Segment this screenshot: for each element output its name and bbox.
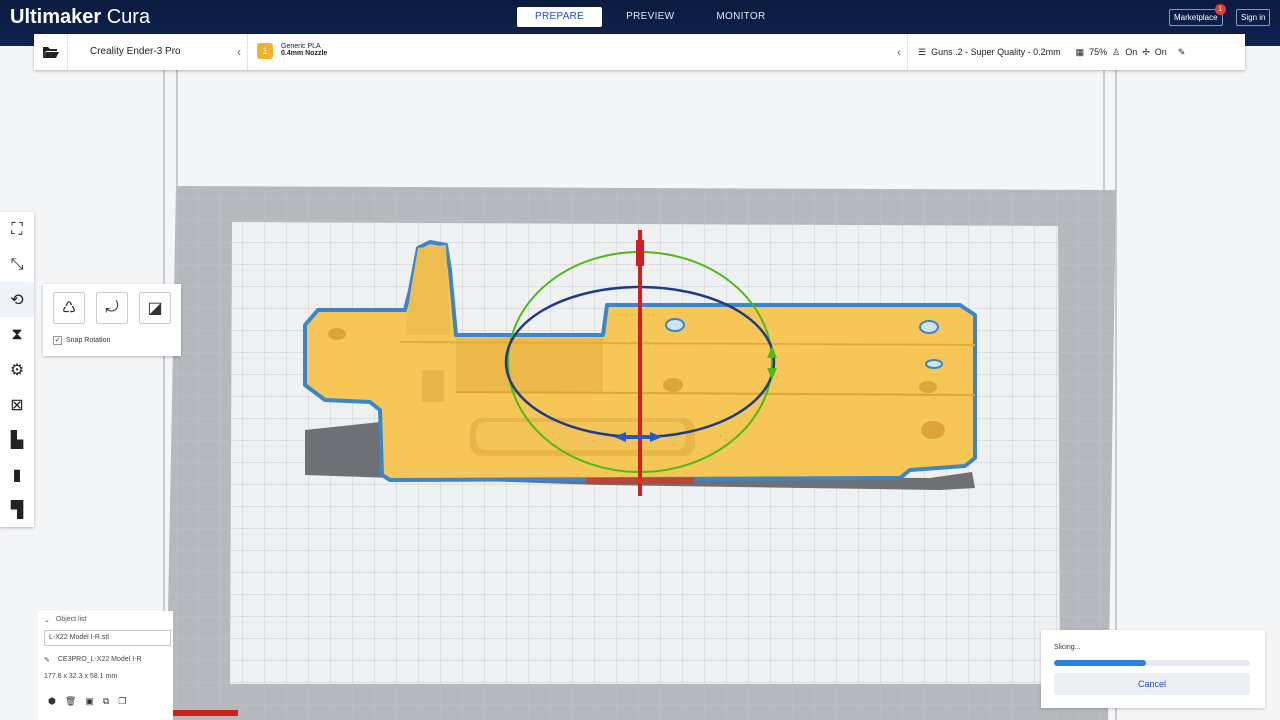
object-list-panel: ⌄ Object list L-X22 Model I-R.stl ✎ CE3P… [38, 611, 173, 720]
adhesion-icon: ✢ [1142, 47, 1150, 57]
job-name: CE3PRO_L-X22 Model I-R [57, 656, 142, 663]
settings-bar: Creality Ender-3 Pro ‹ 1 Generic PLA 0.4… [34, 34, 1245, 70]
custom-tool-2-button[interactable]: ▮ [0, 457, 34, 492]
pencil-icon: ✎ [1177, 47, 1186, 57]
select-face-to-plate-button[interactable]: ◪ [139, 292, 171, 324]
material-selector[interactable]: 1 Generic PLA 0.4mm Nozzle ‹ [248, 34, 908, 70]
slicing-progress-fill [1054, 660, 1147, 666]
cylinder-icon: ▮ [12, 466, 22, 484]
printer-name: Creality Ender-3 Pro [90, 46, 181, 57]
object-actions: ⬢ 🗑 ▣ ⧉ ❐ [48, 696, 126, 707]
delete-icon[interactable]: 🗑 [65, 696, 76, 707]
infill-value: 75% [1089, 47, 1108, 57]
material-name: Generic PLA [281, 43, 321, 50]
build-plate-scene [0, 70, 1280, 720]
adhesion-value: On [1154, 47, 1167, 57]
per-model-settings-button[interactable]: ⚙ [0, 352, 34, 387]
object-list-header: Object list [55, 616, 87, 623]
tab-preview[interactable]: PREVIEW [608, 7, 692, 27]
stage-tabs: PREPARE PREVIEW MONITOR [517, 7, 784, 27]
print-settings-selector[interactable]: ☰ Guns .2 - Super Quality - 0.2mm ▦ 75% … [908, 34, 1245, 70]
reset-rotation-icon: ♺ [61, 300, 77, 317]
model-dimensions: 177.8 x 32.3 x 58.1 mm [44, 673, 118, 680]
profile-name: Guns .2 - Super Quality - 0.2mm [931, 47, 1061, 57]
printer-selector[interactable]: Creality Ender-3 Pro ‹ [68, 34, 248, 70]
duplicate-icon[interactable]: ⧉ [103, 696, 109, 707]
step-icon: ▙ [10, 431, 24, 449]
chevron-down-icon: ⌄ [44, 617, 50, 624]
scale-icon: ⤡ [10, 255, 24, 273]
nozzle-size: 0.4mm Nozzle [281, 50, 328, 57]
checkbox-checked-icon: ✓ [53, 336, 62, 345]
custom-tool-1-button[interactable]: ▙ [0, 422, 34, 457]
face-to-plate-icon: ◪ [147, 300, 163, 317]
extruder-icon: 1 [257, 43, 273, 59]
object-list-item[interactable]: L-X22 Model I-R.stl [44, 630, 171, 646]
pencil-icon: ✎ [44, 657, 50, 664]
move-icon: ⛶ [11, 220, 23, 238]
signin-button[interactable]: Sign in [1236, 9, 1271, 26]
support-blocker-button[interactable]: ⊠ [0, 387, 34, 422]
tab-prepare[interactable]: PREPARE [517, 7, 603, 27]
tab-monitor[interactable]: MONITOR [698, 7, 783, 27]
slicing-label: Slicing... [1054, 644, 1081, 651]
rotate-tool-panel: ♺ ⤾ ◪ ✓ Snap Rotation [43, 284, 181, 356]
snap-rotation-checkbox[interactable]: ✓ Snap Rotation [53, 336, 110, 345]
profile-icon: ☰ [918, 47, 927, 57]
move-tool-button[interactable]: ⛶ [0, 212, 34, 247]
arrange-icon[interactable]: ❐ [118, 696, 126, 707]
slicing-progress-bar [1054, 660, 1250, 666]
scale-tool-button[interactable]: ⤡ [0, 247, 34, 282]
chevron-left-icon: ‹ [897, 45, 901, 59]
reset-rotation-button[interactable]: ♺ [53, 292, 85, 324]
support-value: On [1125, 47, 1138, 57]
snap-rotation-label: Snap Rotation [66, 337, 111, 344]
rotate-tool-button[interactable]: ⟲ [0, 282, 34, 317]
slicing-progress-card: Slicing... Cancel [1041, 630, 1265, 708]
app-logo: Ultimaker Cura [10, 6, 151, 28]
job-name-row[interactable]: ✎ CE3PRO_L-X22 Model I-R [44, 656, 142, 664]
object-list-toggle[interactable]: ⌄ Object list [44, 616, 87, 624]
chevron-left-icon: ‹ [237, 45, 241, 59]
tool-toolbar: ⛶ ⤡ ⟲ ⧗ ⚙ ⊠ ▙ ▮ ▜ [0, 212, 34, 527]
block-icon: ▜ [10, 501, 24, 519]
lay-flat-icon: ⤾ [105, 299, 119, 316]
3d-viewport[interactable] [0, 70, 1280, 720]
mirror-tool-button[interactable]: ⧗ [0, 317, 34, 352]
marketplace-label: Marketplace [1174, 13, 1218, 22]
rotate-icon: ⟲ [10, 291, 24, 309]
cube-icon[interactable]: ⬢ [48, 696, 56, 707]
lay-flat-button[interactable]: ⤾ [96, 292, 128, 324]
support-icon: ♙ [1112, 47, 1121, 57]
open-file-button[interactable] [34, 34, 68, 70]
marketplace-button[interactable]: Marketplace 1 [1169, 4, 1226, 26]
notification-badge: 1 [1214, 4, 1226, 15]
cancel-slicing-button[interactable]: Cancel [1054, 673, 1250, 695]
infill-icon: ▦ [1075, 47, 1085, 57]
support-blocker-icon: ⊠ [10, 396, 24, 414]
folder-open-icon [42, 47, 59, 58]
custom-tool-3-button[interactable]: ▜ [0, 492, 34, 527]
mirror-icon: ⧗ [11, 325, 23, 343]
save-icon[interactable]: ▣ [85, 696, 94, 707]
per-model-settings-icon: ⚙ [9, 361, 25, 379]
